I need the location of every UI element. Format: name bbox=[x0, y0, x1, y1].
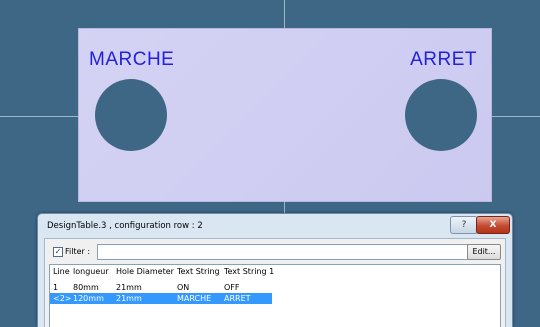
table-cell: 1 bbox=[53, 283, 59, 292]
table-cell: 120mm bbox=[73, 294, 104, 303]
design-table-dialog: DesignTable.3 , configuration row : 2 ? … bbox=[37, 213, 513, 327]
column-header-text-string[interactable]: Text String bbox=[177, 267, 220, 276]
configuration-list[interactable]: Line longueur Hole Diameter Text String … bbox=[49, 264, 501, 327]
table-cell: <2> bbox=[53, 294, 72, 303]
column-header-hole-diameter[interactable]: Hole Diameter bbox=[116, 267, 174, 276]
table-cell: MARCHE bbox=[177, 294, 212, 303]
dialog-titlebar[interactable]: DesignTable.3 , configuration row : 2 ? … bbox=[38, 214, 512, 238]
list-header: Line longueur Hole Diameter Text String … bbox=[50, 267, 500, 279]
help-button[interactable]: ? bbox=[450, 216, 478, 234]
dialog-body: ✓ Filter : Edit... Line longueur Hole Di… bbox=[44, 238, 506, 327]
table-cell: ON bbox=[177, 283, 190, 292]
dialog-title: DesignTable.3 , configuration row : 2 bbox=[47, 221, 203, 231]
filter-row: ✓ Filter : Edit... bbox=[49, 244, 501, 260]
left-hole[interactable] bbox=[95, 79, 167, 151]
table-cell: 80mm bbox=[73, 283, 99, 292]
table-row-selected[interactable]: <2> 120mm 21mm MARCHE ARRET bbox=[50, 293, 272, 304]
table-row[interactable]: 1 80mm 21mm ON OFF bbox=[50, 282, 272, 293]
filter-input[interactable] bbox=[97, 244, 475, 260]
table-cell: OFF bbox=[224, 283, 240, 292]
table-cell: 21mm bbox=[116, 283, 142, 292]
column-header-longueur[interactable]: longueur bbox=[73, 267, 109, 276]
plate-right-text[interactable]: ARRET bbox=[410, 49, 477, 71]
plate-part[interactable]: MARCHE ARRET bbox=[78, 28, 492, 202]
plate-left-text[interactable]: MARCHE bbox=[89, 49, 174, 71]
edit-button[interactable]: Edit... bbox=[467, 244, 501, 260]
filter-checkbox[interactable]: ✓ bbox=[53, 247, 63, 257]
column-header-text-string-1[interactable]: Text String 1 bbox=[224, 267, 274, 276]
table-cell: 21mm bbox=[116, 294, 142, 303]
column-header-line[interactable]: Line bbox=[53, 267, 70, 276]
filter-label: Filter : bbox=[65, 247, 91, 256]
table-cell: ARRET bbox=[224, 294, 251, 303]
close-button[interactable]: X bbox=[476, 216, 510, 234]
right-hole[interactable] bbox=[405, 79, 477, 151]
